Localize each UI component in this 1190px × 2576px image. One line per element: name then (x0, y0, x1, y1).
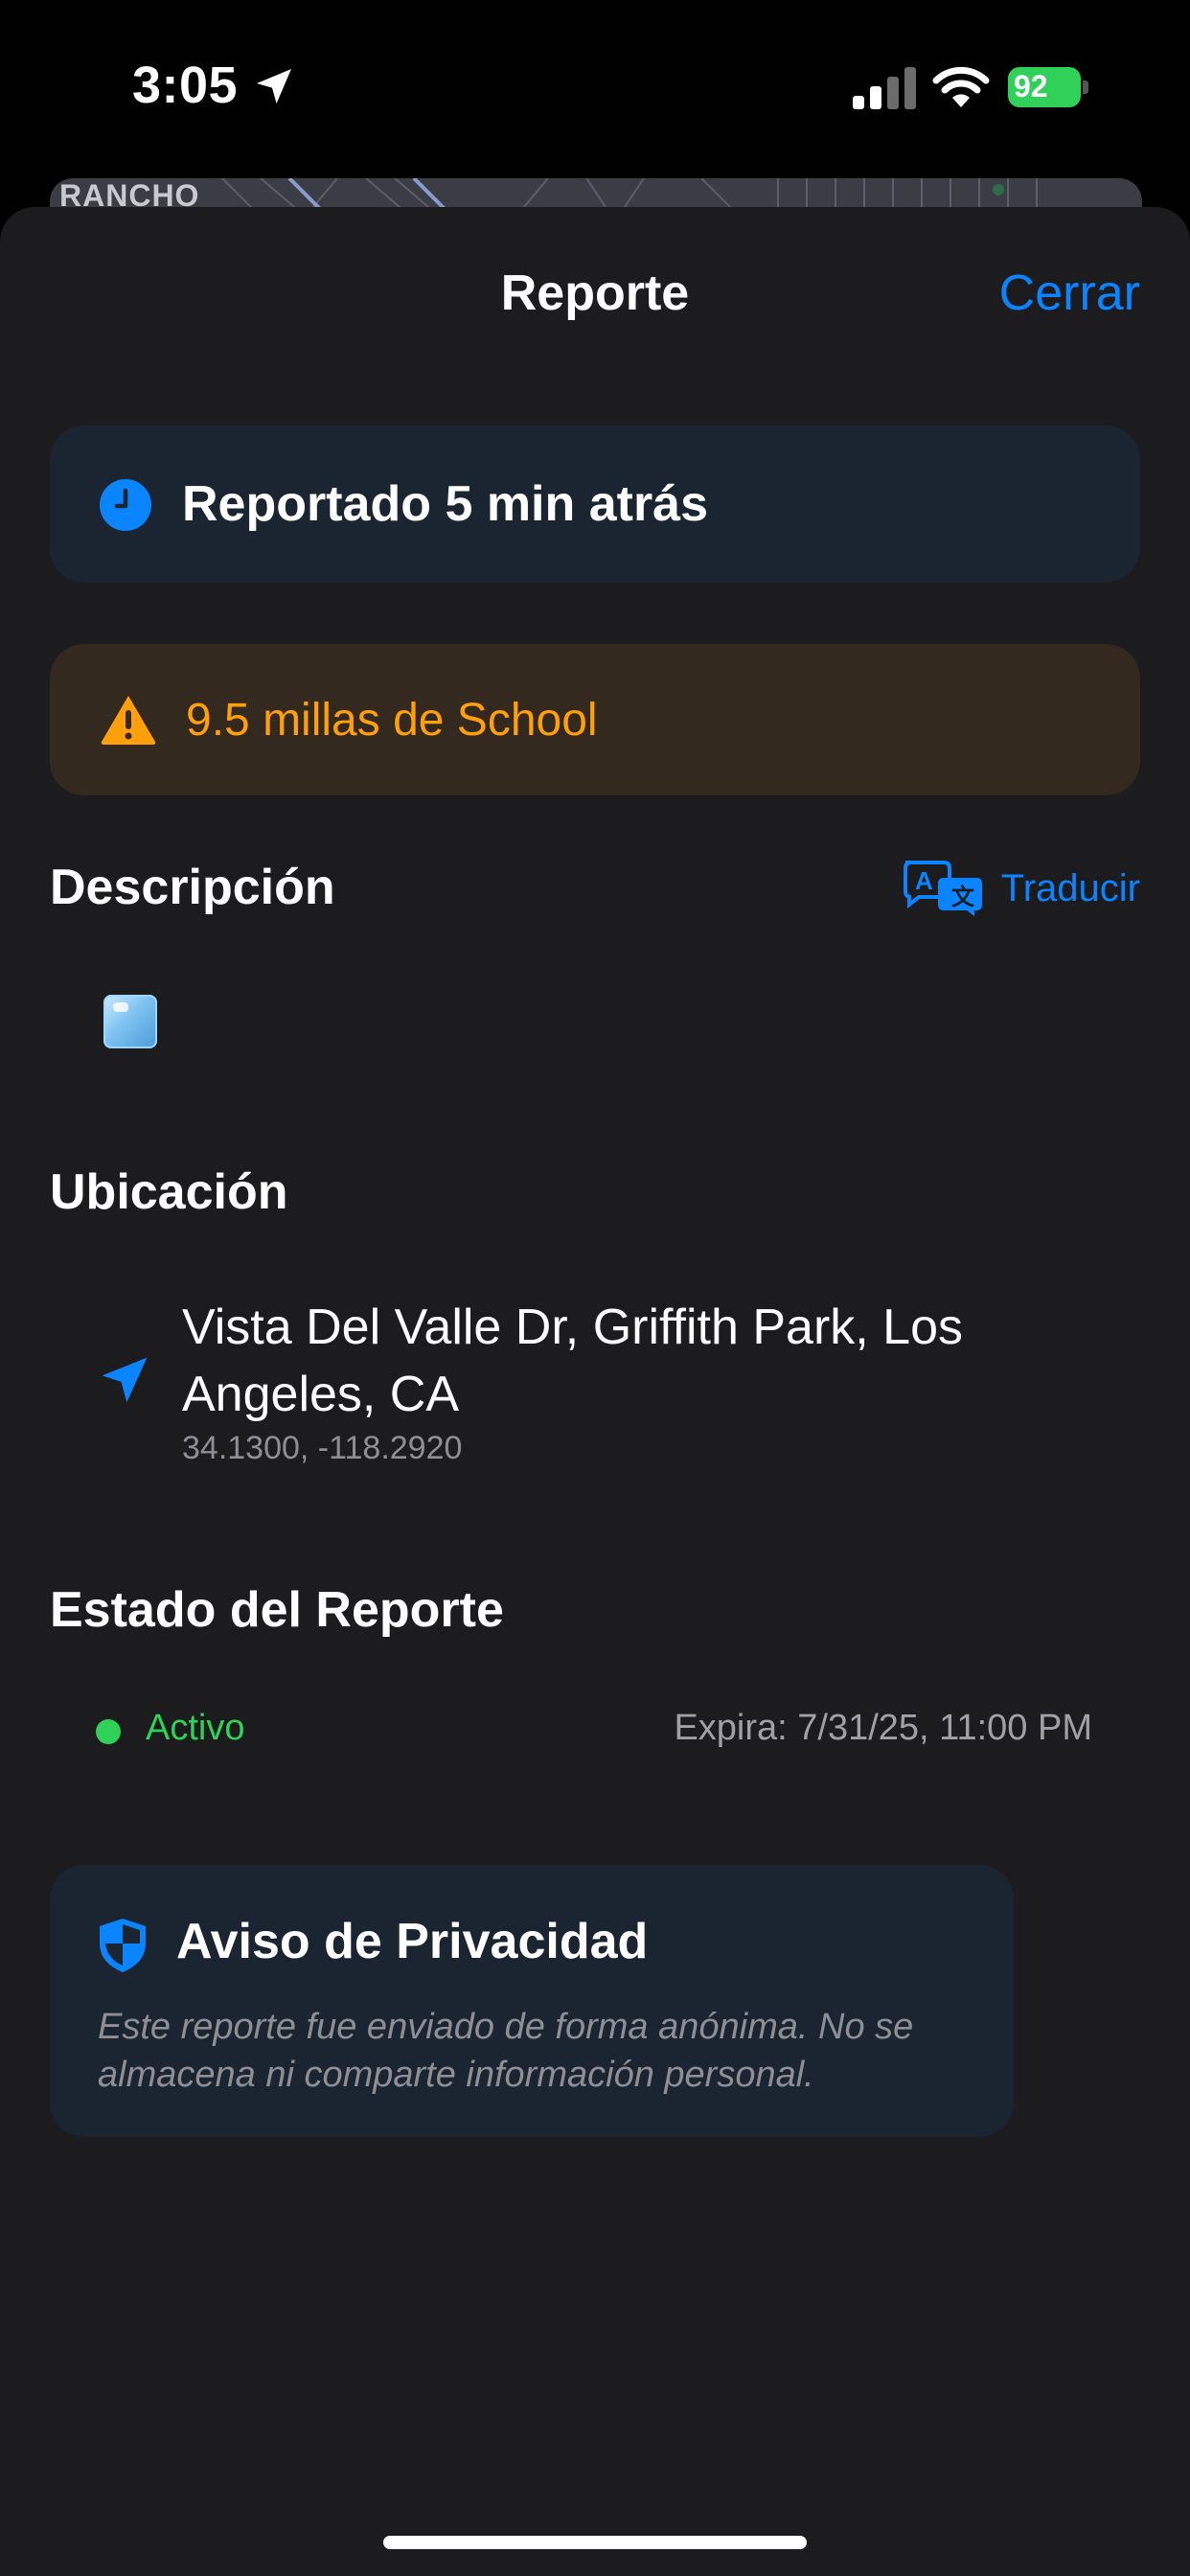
location-address: Vista Del Valle Dr, Griffith Park, Los A… (182, 1300, 963, 1422)
translate-button[interactable]: A 文 Traducir (902, 855, 1140, 922)
close-button[interactable]: Cerrar (999, 264, 1140, 322)
status-label: Activo (146, 1708, 245, 1748)
location-coordinates: 34.1300, -118.2920 (182, 1430, 463, 1466)
report-time-text: Reportado 5 min atrás (182, 476, 709, 532)
privacy-title: Aviso de Privacidad (176, 1914, 649, 1969)
report-time-card: Reportado 5 min atrás (50, 426, 1140, 583)
ice-cube-icon (103, 995, 157, 1048)
privacy-body: Este reporte fue enviado de forma anónim… (98, 2007, 914, 2095)
warning-icon (101, 696, 156, 745)
location-arrow-icon (102, 1357, 148, 1403)
translate-icon: A 文 (903, 861, 982, 916)
wifi-icon (932, 66, 990, 107)
clock-icon (100, 479, 151, 531)
shield-icon (100, 1919, 146, 1972)
active-status-dot (96, 1719, 121, 1744)
cellular-signal-icon (853, 67, 916, 109)
privacy-notice-card: Aviso de Privacidad Este reporte fue env… (50, 1865, 1014, 2137)
report-status-title: Estado del Reporte (50, 1582, 504, 1638)
translate-label: Traducir (1000, 866, 1140, 909)
battery-level: 92 (1014, 69, 1048, 104)
location-services-icon (257, 69, 291, 104)
home-indicator[interactable] (383, 2536, 807, 2549)
report-sheet: Reporte Cerrar Reportado 5 min atrás 9.5… (0, 207, 1190, 2576)
battery-icon: 92 (1008, 67, 1088, 107)
svg-text:文: 文 (951, 884, 975, 910)
distance-warning-card: 9.5 millas de School (50, 644, 1140, 795)
battery-nub (1083, 80, 1088, 94)
description-title: Descripción (50, 860, 335, 915)
expiry-text: Expira: 7/31/25, 11:00 PM (674, 1708, 1092, 1748)
status-bar: 3:05 92 (0, 0, 1190, 172)
location-title: Ubicación (50, 1164, 288, 1220)
distance-warning-text: 9.5 millas de School (186, 695, 598, 746)
status-time: 3:05 (132, 57, 239, 114)
svg-text:A: A (915, 866, 933, 895)
